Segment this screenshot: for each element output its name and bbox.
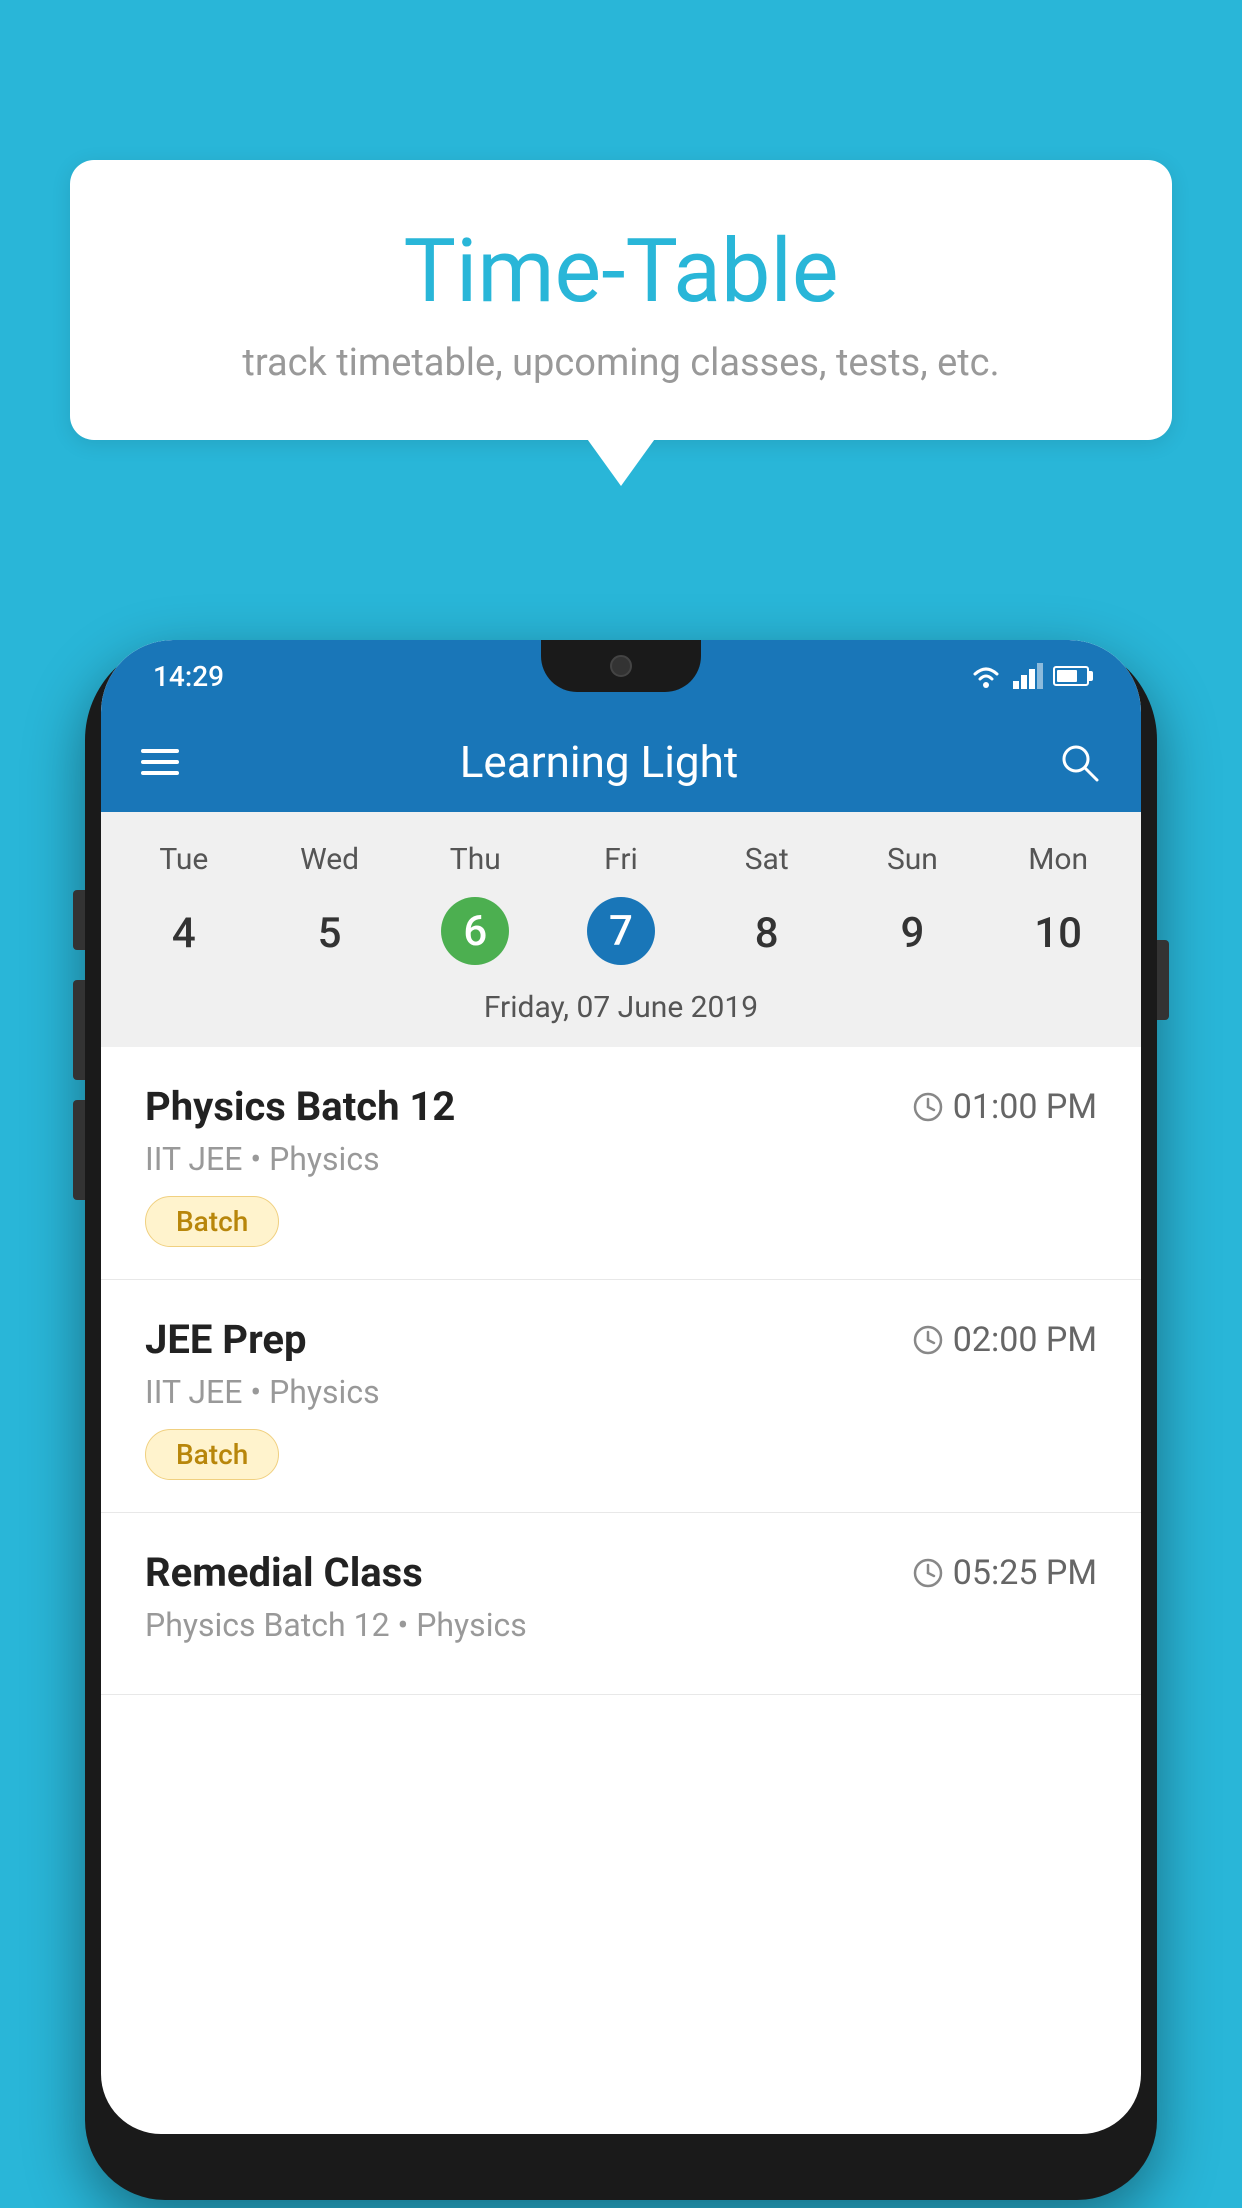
date-item-8[interactable]: 8	[694, 897, 840, 970]
hamburger-menu[interactable]	[141, 749, 179, 775]
phone-outer: 14:29	[85, 640, 1157, 2200]
phone-screen: 14:29	[101, 640, 1141, 2134]
clock-icon-2	[913, 1558, 943, 1588]
status-bar: 14:29	[101, 640, 1141, 712]
class-name-1: JEE Prep	[145, 1316, 306, 1363]
class-item-0[interactable]: Physics Batch 12 01:00 PM IIT JEE • Phys…	[101, 1047, 1141, 1280]
date-item-4[interactable]: 4	[111, 897, 257, 970]
day-label-mon: Mon	[985, 832, 1131, 887]
class-item-2[interactable]: Remedial Class 05:25 PM Physics Batch 12…	[101, 1513, 1141, 1695]
class-time-0: 01:00 PM	[913, 1087, 1097, 1127]
calendar-strip: TueWedThuFriSatSunMon 456 78910 Friday, 0…	[101, 812, 1141, 1047]
clock-icon-1	[913, 1325, 943, 1355]
date-item-6[interactable]: 6	[441, 897, 509, 965]
date-item-9[interactable]: 9	[840, 897, 986, 970]
day-label-tue: Tue	[111, 832, 257, 887]
day-label-thu: Thu	[402, 832, 548, 887]
day-label-fri: Fri	[548, 832, 694, 887]
camera	[610, 655, 632, 677]
status-time: 14:29	[153, 660, 224, 693]
date-item-10[interactable]: 10	[985, 897, 1131, 970]
volume-up-button	[73, 980, 85, 1080]
dates-row: 456 78910	[101, 887, 1141, 980]
date-item-5[interactable]: 5	[257, 897, 403, 970]
class-name-0: Physics Batch 12	[145, 1083, 455, 1130]
app-title: Learning Light	[179, 736, 1019, 788]
class-time-1: 02:00 PM	[913, 1320, 1097, 1360]
volume-down-button	[73, 1100, 85, 1200]
bubble-title: Time-Table	[130, 220, 1112, 323]
search-icon[interactable]	[1057, 740, 1101, 784]
power-button	[1157, 940, 1169, 1020]
phone-frame: 14:29	[85, 620, 1157, 2208]
class-subtitle-0: IIT JEE • Physics	[145, 1140, 1097, 1178]
day-label-sat: Sat	[694, 832, 840, 887]
class-list: Physics Batch 12 01:00 PM IIT JEE • Phys…	[101, 1047, 1141, 1695]
class-subtitle-2: Physics Batch 12 • Physics	[145, 1606, 1097, 1644]
signal-icon	[1013, 663, 1043, 689]
phone-notch	[541, 640, 701, 692]
batch-badge-1: Batch	[145, 1429, 279, 1480]
class-subtitle-1: IIT JEE • Physics	[145, 1373, 1097, 1411]
batch-badge-0: Batch	[145, 1196, 279, 1247]
selected-date-label: Friday, 07 June 2019	[101, 980, 1141, 1047]
class-item-1[interactable]: JEE Prep 02:00 PM IIT JEE • Physics Batc…	[101, 1280, 1141, 1513]
days-header: TueWedThuFriSatSunMon	[101, 832, 1141, 887]
class-name-2: Remedial Class	[145, 1549, 423, 1596]
wifi-icon	[969, 663, 1003, 689]
clock-icon-0	[913, 1092, 943, 1122]
battery-icon	[1053, 666, 1089, 686]
date-item-7[interactable]: 7	[587, 897, 655, 965]
app-header: Learning Light	[101, 712, 1141, 812]
volume-silent-button	[73, 890, 85, 950]
speech-bubble: Time-Table track timetable, upcoming cla…	[70, 160, 1172, 440]
day-label-sun: Sun	[840, 832, 986, 887]
speech-bubble-container: Time-Table track timetable, upcoming cla…	[70, 160, 1172, 440]
day-label-wed: Wed	[257, 832, 403, 887]
status-icons	[969, 663, 1089, 689]
bubble-subtitle: track timetable, upcoming classes, tests…	[130, 341, 1112, 385]
class-time-2: 05:25 PM	[913, 1553, 1097, 1593]
